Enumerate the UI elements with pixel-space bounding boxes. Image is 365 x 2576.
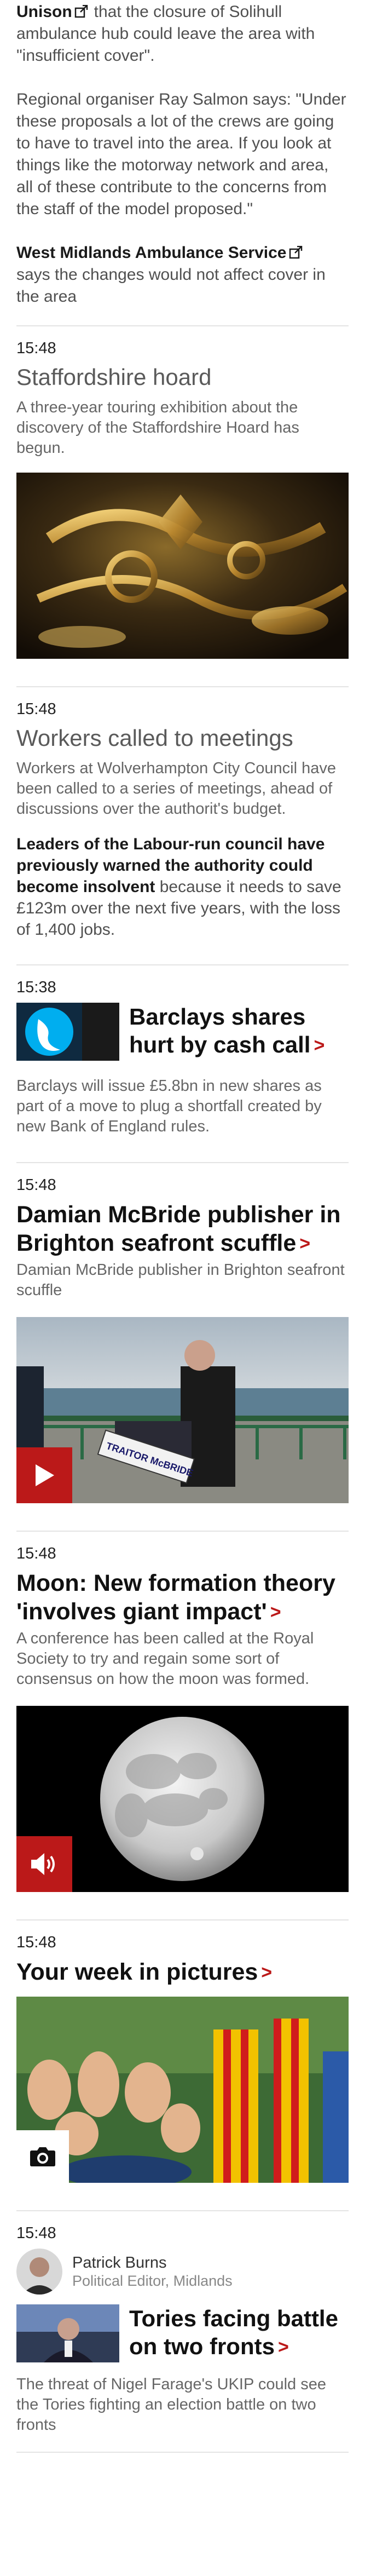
story-title[interactable]: Your week in pictures >: [16, 1958, 349, 1987]
story-link-barclays[interactable]: Barclays shares hurt by cash call >: [16, 1003, 349, 1061]
entry-divider: [16, 2452, 349, 2453]
hoard-image[interactable]: [16, 473, 349, 659]
play-icon: [36, 1464, 54, 1486]
entry-summary: A conference has been called at the Roya…: [16, 1630, 314, 1688]
chevron-right-icon: >: [270, 1602, 281, 1623]
entry-body: Leaders of the Labour-run council have p…: [16, 833, 349, 940]
author-byline: Patrick Burns Political Editor, Midlands: [16, 2249, 349, 2295]
entry-week-in-pictures: 15:48 Your week in pictures >: [16, 1919, 349, 2183]
external-link-icon: [289, 246, 302, 259]
entry-title: Workers called to meetings: [16, 725, 293, 751]
wmas-text: says the changes would not affect cover …: [16, 266, 326, 306]
gallery-button[interactable]: [16, 2130, 69, 2183]
story-title[interactable]: Damian McBride publisher in Brighton sea…: [16, 1200, 349, 1258]
entry-staffordshire-hoard: 15:48 Staffordshire hoard A three-year t…: [16, 325, 349, 659]
author-name: Patrick Burns: [72, 2254, 167, 2272]
chevron-right-icon: >: [277, 2337, 289, 2358]
unison-link[interactable]: Unison: [16, 3, 72, 21]
author-role: Political Editor, Midlands: [72, 2273, 233, 2289]
entry-time: 15:48: [16, 1545, 56, 1562]
audio-button[interactable]: [16, 1836, 72, 1892]
chevron-right-icon: >: [299, 1233, 311, 1254]
entry-moon: 15:48 Moon: New formation theory 'involv…: [16, 1531, 349, 1892]
entry-tories: 15:48 Patrick Burns Political Editor, Mi…: [16, 2210, 349, 2435]
entry-summary: Damian McBride publisher in Brighton sea…: [16, 1261, 345, 1299]
entry-time: 15:48: [16, 1176, 56, 1194]
story-link-tories[interactable]: Tories facing battle on two fronts >: [16, 2304, 349, 2362]
tories-thumbnail: [16, 2304, 119, 2362]
play-button[interactable]: [16, 1447, 72, 1503]
speaker-icon: [31, 1853, 55, 1875]
entry-summary: A three-year touring exhibition about th…: [16, 399, 299, 457]
entry-time: 15:48: [16, 700, 56, 718]
entry-mcbride: 15:48 Damian McBride publisher in Bright…: [16, 1162, 349, 1503]
entry-time: 15:38: [16, 979, 56, 996]
wmas-link[interactable]: West Midlands Ambulance Service: [16, 244, 287, 262]
camera-icon: [30, 2147, 55, 2166]
entry-summary: Workers at Wolverhampton City Council ha…: [16, 760, 336, 818]
entry-time: 15:48: [16, 1934, 56, 1951]
week-in-pictures-image[interactable]: [16, 1997, 349, 2183]
story-title[interactable]: Moon: New formation theory 'involves gia…: [16, 1569, 349, 1626]
live-page: Unison that the closure of Solihull ambul…: [0, 0, 365, 2576]
entry-barclays: 15:38 Barclays shares hurt by cash call >…: [16, 964, 349, 1137]
chevron-right-icon: >: [261, 1962, 273, 1983]
moon-audio[interactable]: [16, 1706, 349, 1892]
story-title: Tories facing battle on two fronts >: [129, 2305, 338, 2359]
entry-time: 15:48: [16, 2224, 56, 2242]
entry-workers-meetings: 15:48 Workers called to meetings Workers…: [16, 686, 349, 940]
salmon-quote: Regional organiser Ray Salmon says: "Und…: [16, 90, 346, 218]
entry-time: 15:48: [16, 340, 56, 357]
author-avatar: [16, 2249, 62, 2295]
wmas-paragraph: West Midlands Ambulance Service says the…: [16, 242, 349, 308]
barclays-logo-thumbnail: [16, 1003, 119, 1061]
story-title: Barclays shares hurt by cash call >: [129, 1004, 325, 1057]
mcbride-video[interactable]: TRAITOR McBRIDE: [16, 1317, 349, 1503]
external-link-icon: [74, 5, 88, 18]
unison-paragraph: Unison that the closure of Solihull ambul…: [16, 1, 349, 67]
chevron-right-icon: >: [314, 1035, 325, 1056]
entry-title: Staffordshire hoard: [16, 364, 212, 390]
intro-section: Unison that the closure of Solihull ambul…: [16, 0, 349, 308]
entry-summary: The threat of Nigel Farage's UKIP could …: [16, 2376, 326, 2434]
entry-summary: Barclays will issue £5.8bn in new shares…: [16, 1077, 322, 1135]
